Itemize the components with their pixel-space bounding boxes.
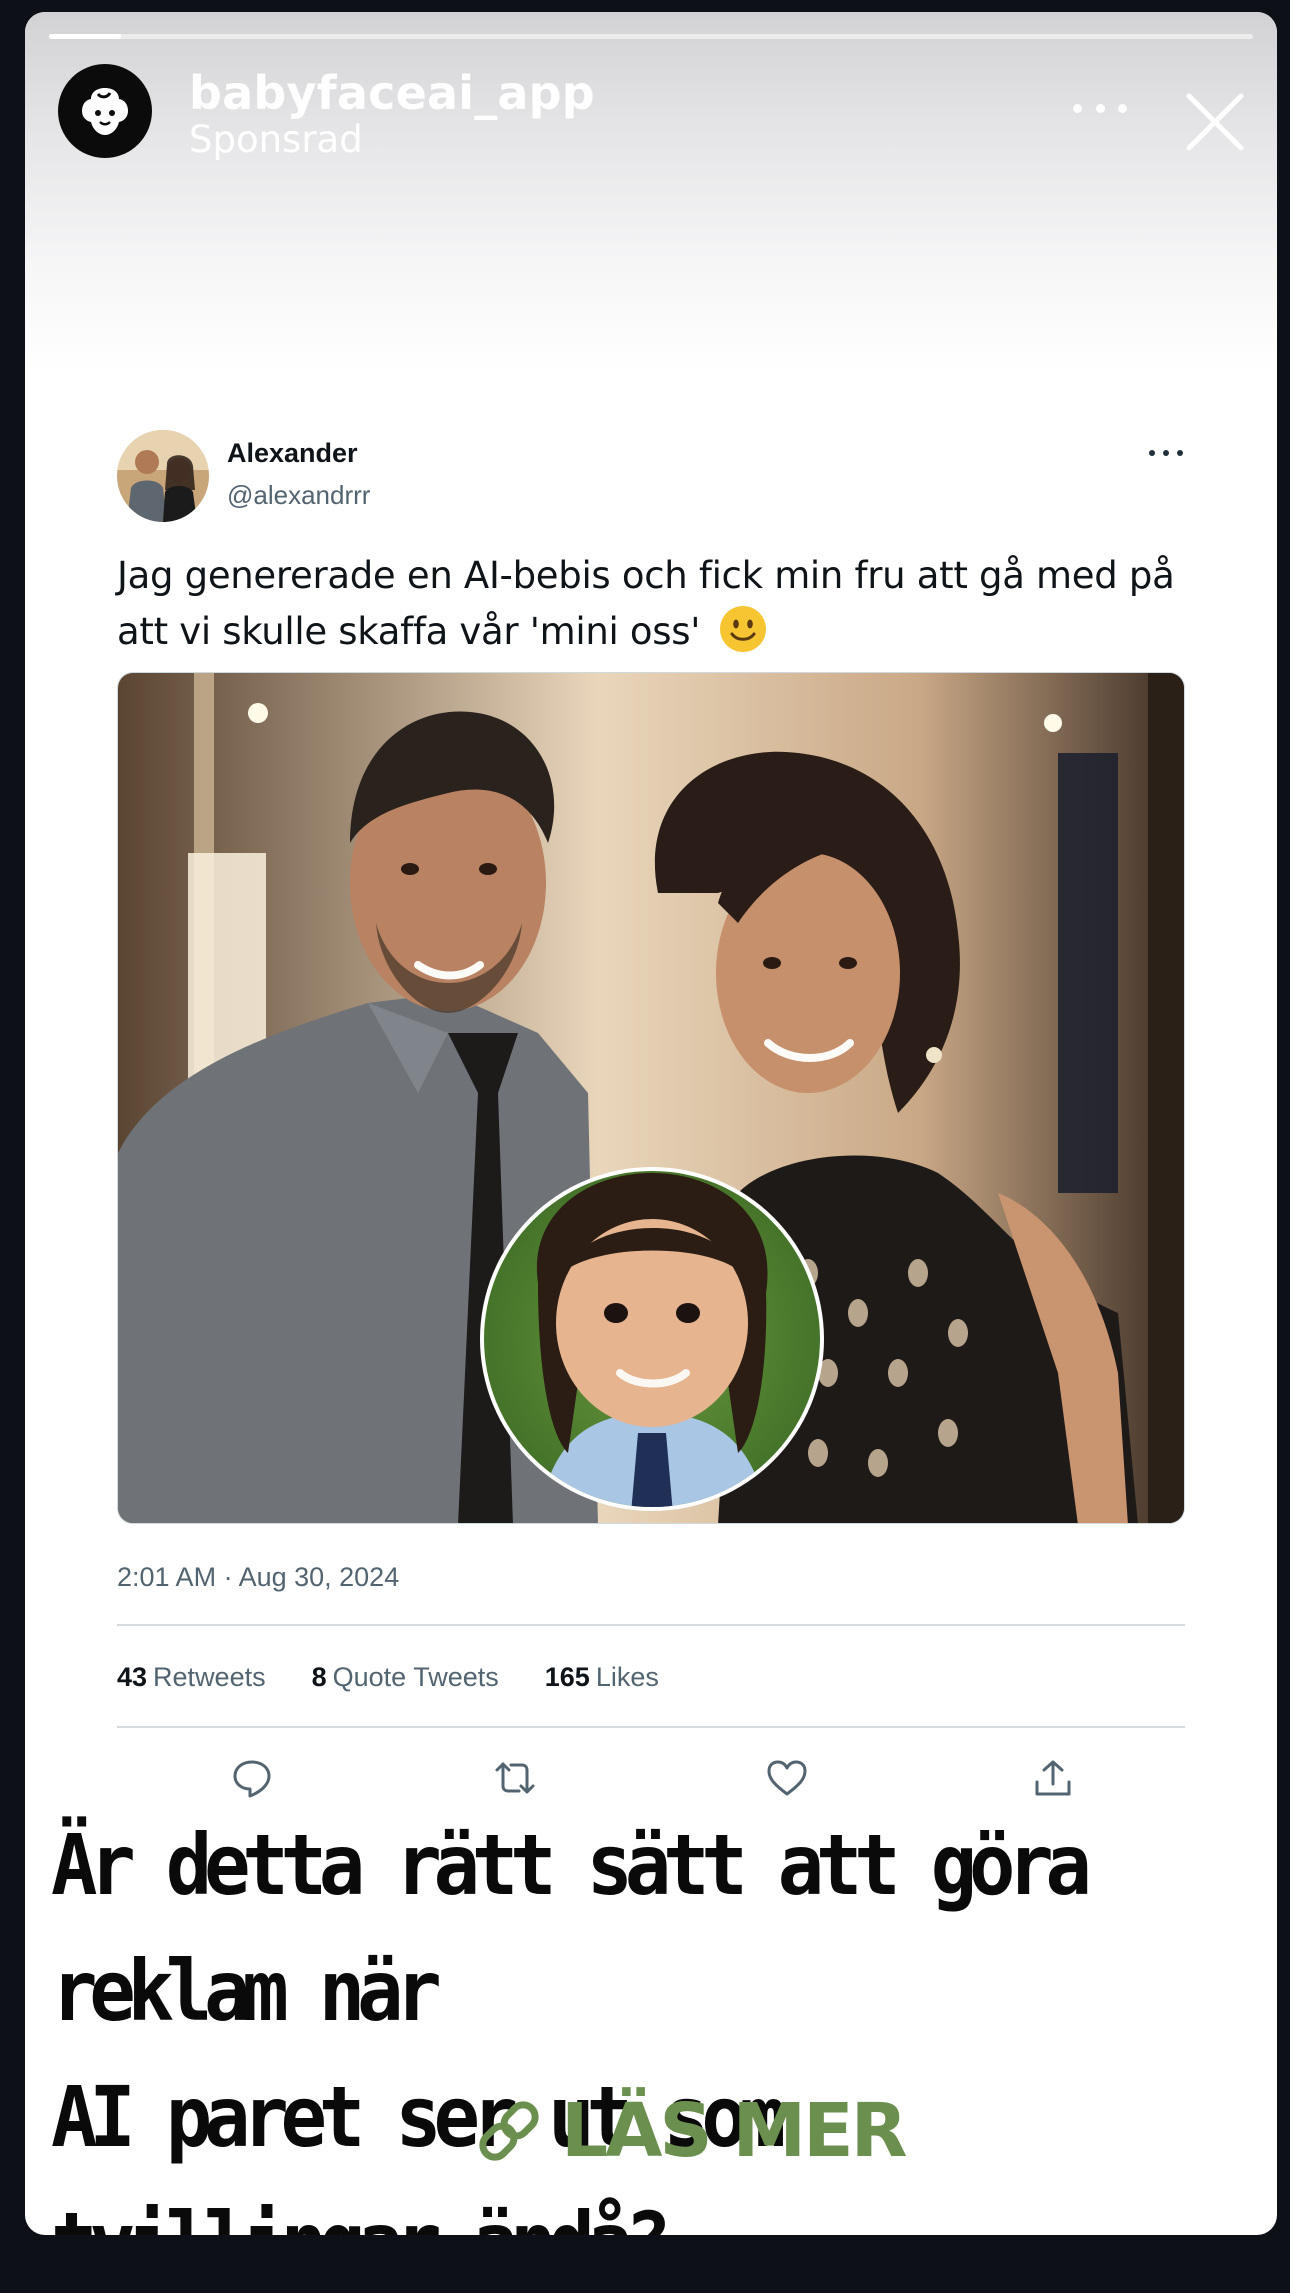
tweet-text: Jag genererade en AI-bebis och fick min … bbox=[117, 548, 1197, 660]
retweets-stat[interactable]: 43 Retweets bbox=[117, 1662, 266, 1693]
dot-icon bbox=[1118, 103, 1127, 113]
sponsored-label: Sponsrad bbox=[189, 118, 363, 161]
story-progress-bar bbox=[49, 34, 1253, 39]
smiling-face-emoji-icon bbox=[719, 606, 766, 652]
advertiser-avatar[interactable] bbox=[58, 64, 152, 158]
tweet-divider bbox=[117, 1726, 1185, 1728]
story-progress-fill bbox=[49, 34, 122, 39]
tweet-divider bbox=[117, 1624, 1185, 1626]
retweet-icon[interactable] bbox=[493, 1756, 537, 1800]
tweet-photo[interactable] bbox=[117, 672, 1185, 1524]
like-icon[interactable] bbox=[765, 1756, 809, 1800]
story-more-button[interactable] bbox=[1073, 96, 1127, 120]
couple-photo-illustration bbox=[118, 673, 1184, 1523]
dot-icon bbox=[1073, 103, 1082, 113]
caption-line-1: Är detta rätt sätt att göra reklam när bbox=[51, 1816, 1092, 2040]
tweet-author-handle[interactable]: @alexandrrr bbox=[227, 480, 370, 511]
tweet-more-icon bbox=[1149, 448, 1183, 458]
close-icon[interactable] bbox=[1183, 90, 1247, 154]
baby-face-logo-icon bbox=[82, 88, 128, 135]
likes-stat[interactable]: 165 Likes bbox=[545, 1662, 659, 1693]
quote-tweets-stat[interactable]: 8 Quote Tweets bbox=[312, 1662, 499, 1693]
dot-icon bbox=[1095, 103, 1105, 113]
story-card[interactable]: babyfaceai_app Sponsrad Alexander @alexa… bbox=[25, 12, 1277, 2235]
share-icon[interactable] bbox=[1031, 1756, 1075, 1800]
read-more-link[interactable]: LÄS MER bbox=[471, 2086, 908, 2176]
link-icon bbox=[479, 2101, 539, 2161]
reply-icon[interactable] bbox=[230, 1756, 274, 1800]
advertiser-username[interactable]: babyfaceai_app bbox=[189, 66, 595, 120]
read-more-label: LÄS MER bbox=[561, 2088, 908, 2174]
tweet-text-body: Jag genererade en AI-bebis och fick min … bbox=[117, 554, 1175, 653]
tweet-author-name[interactable]: Alexander bbox=[227, 438, 358, 469]
tweet-stats: 43 Retweets 8 Quote Tweets 165 Likes bbox=[117, 1662, 659, 1693]
tweet-timestamp[interactable]: 2:01 AM · Aug 30, 2024 bbox=[117, 1562, 399, 1593]
tweet-author-avatar bbox=[117, 430, 209, 522]
